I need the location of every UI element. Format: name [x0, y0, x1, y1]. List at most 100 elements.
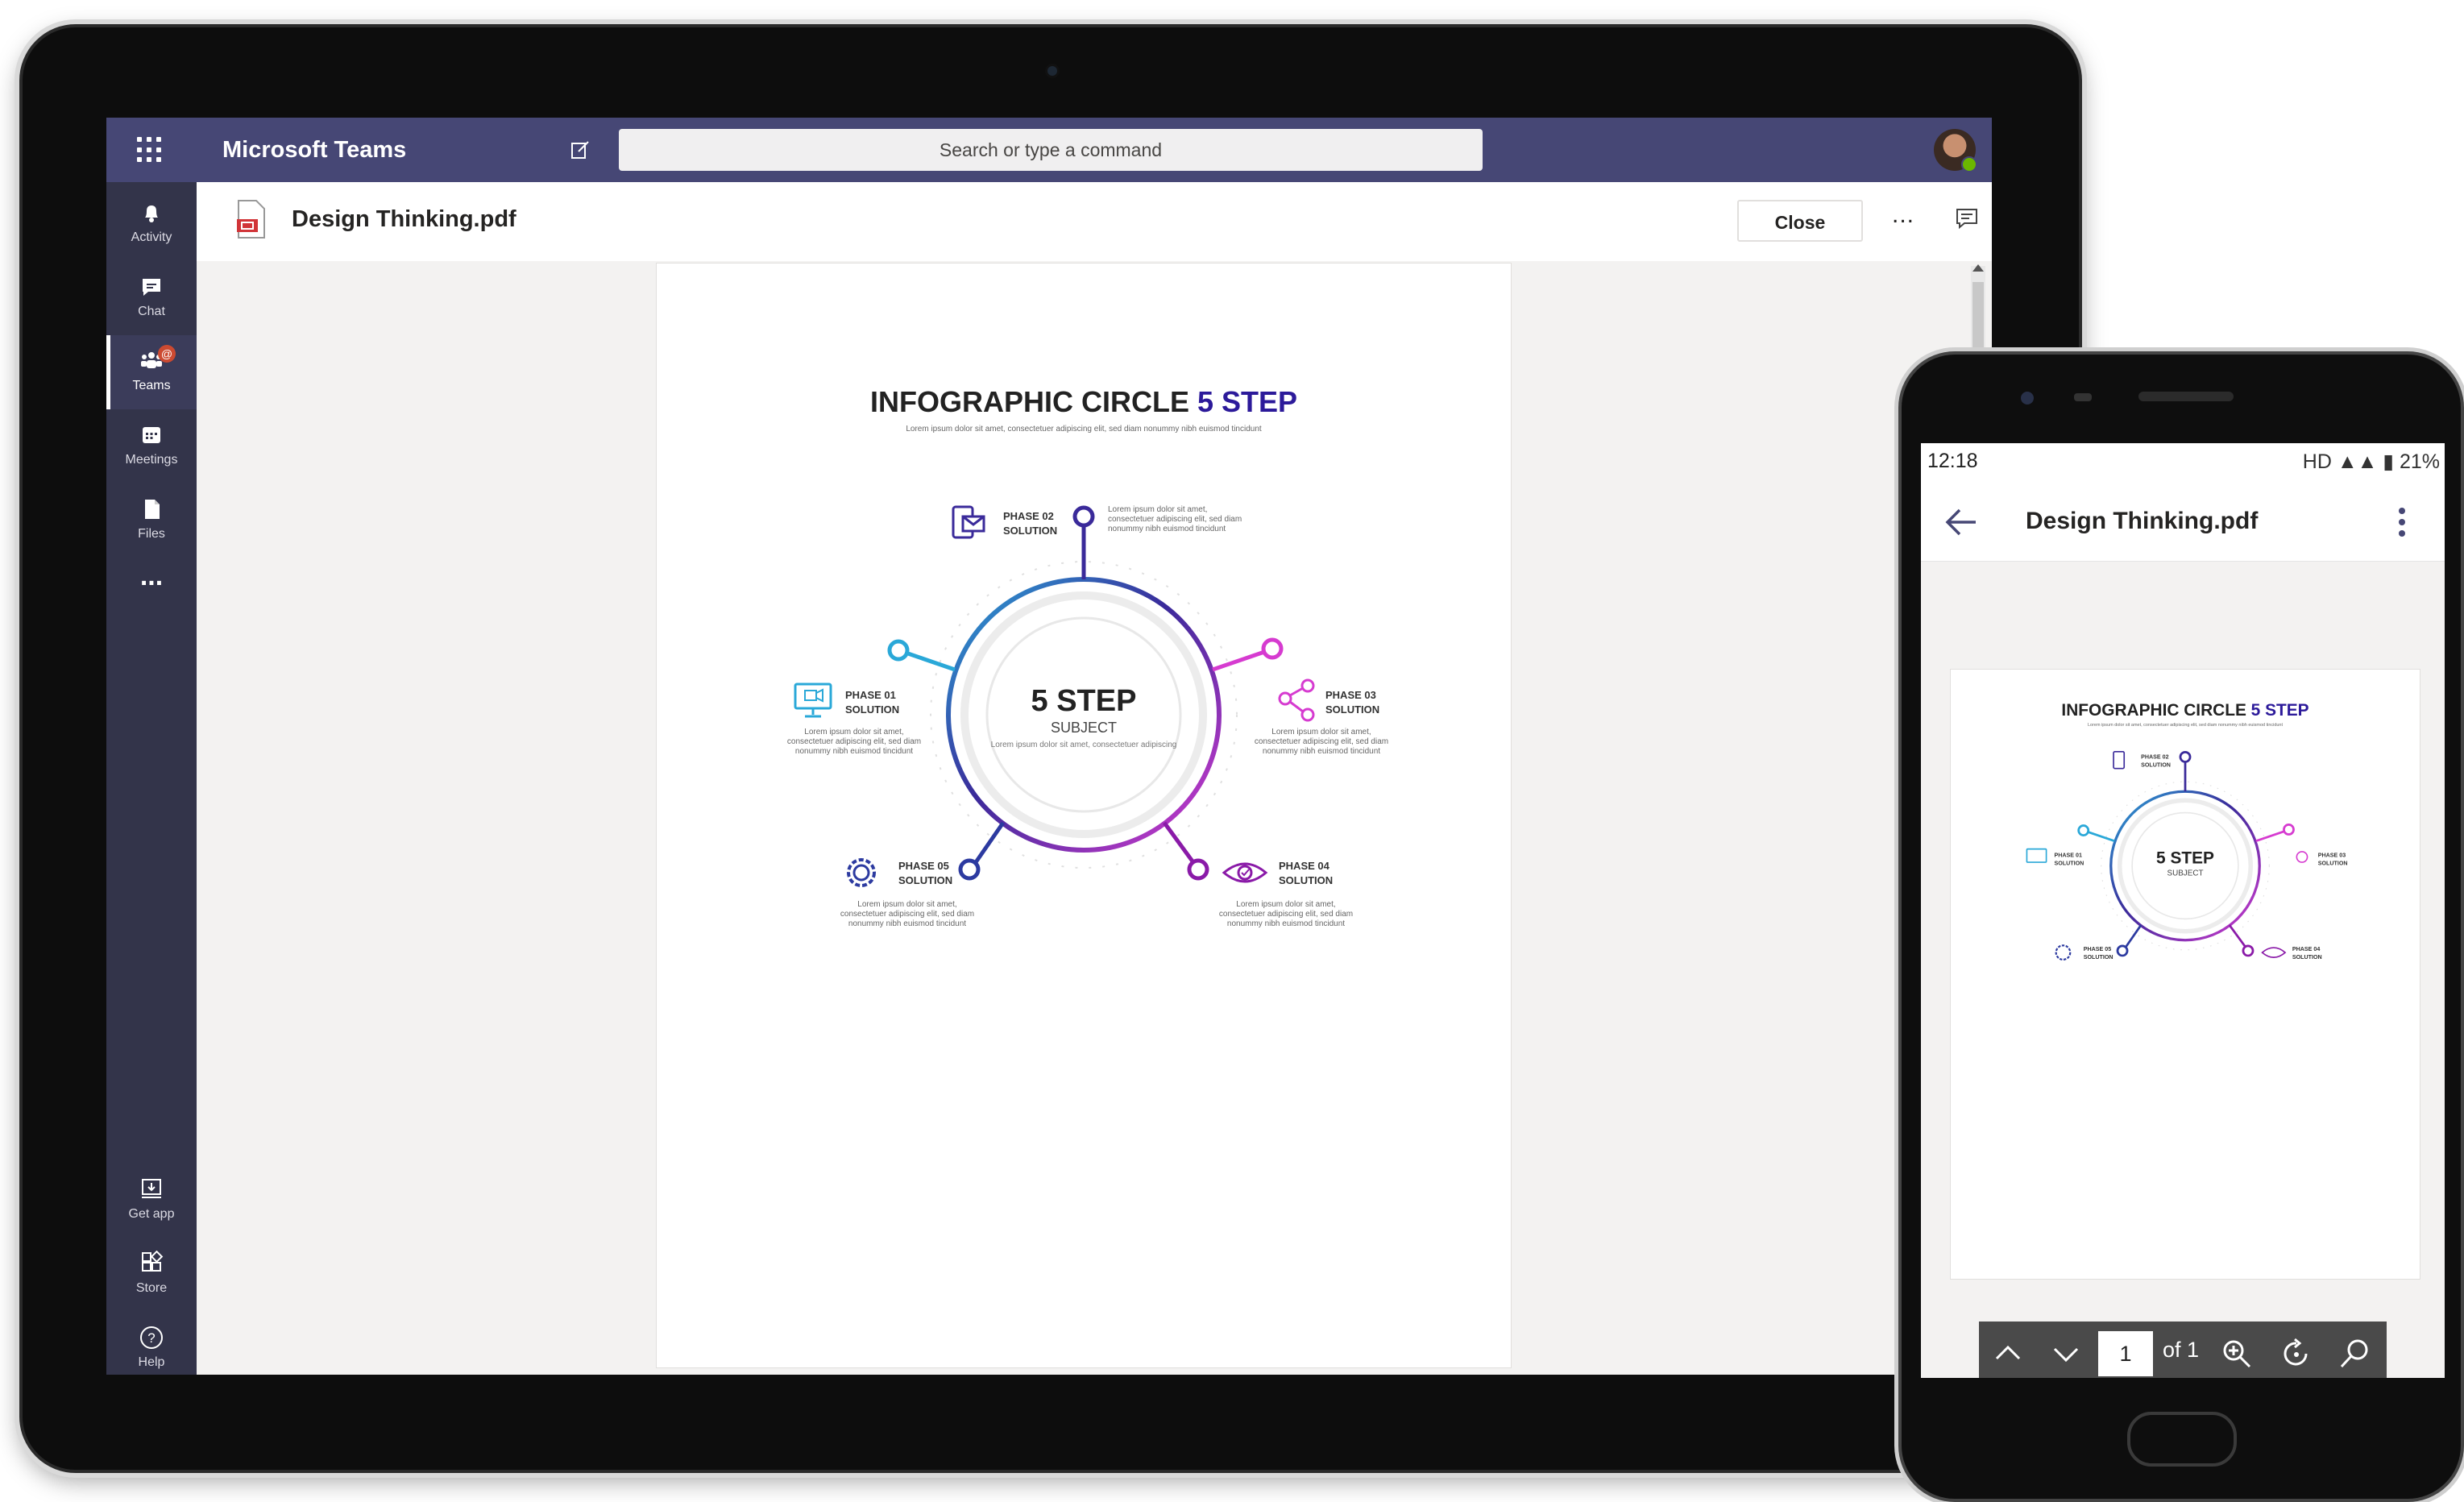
svg-text:SOLUTION: SOLUTION: [2292, 954, 2322, 961]
scroll-up-arrow-icon[interactable]: [1972, 264, 1984, 272]
phone-file-title: Design Thinking.pdf: [2026, 508, 2259, 534]
svg-text:SOLUTION: SOLUTION: [845, 703, 899, 716]
rail-item-meetings[interactable]: Meetings: [106, 409, 197, 483]
rail-item-more[interactable]: ...: [106, 558, 197, 632]
phase-04-block: PHASE 04 SOLUTION Lorem ipsum dolor sit …: [1219, 860, 1353, 928]
conversation-icon[interactable]: [1955, 206, 1979, 230]
rail-item-chat[interactable]: Chat: [106, 261, 197, 335]
more-options-icon[interactable]: [2398, 504, 2406, 540]
infographic-subtitle: Lorem ipsum dolor sit amet, consectetuer…: [906, 425, 1262, 434]
phase-01-connector: [887, 639, 956, 672]
status-time: 12:18: [1927, 450, 1978, 472]
svg-text:SOLUTION: SOLUTION: [1325, 703, 1379, 716]
gear-icon: [847, 858, 876, 887]
more-options-button[interactable]: ...: [1887, 203, 1919, 235]
file-title: Design Thinking.pdf: [292, 206, 516, 232]
phone-sensor: [2074, 393, 2092, 401]
file-icon: [145, 500, 160, 519]
page-number-input[interactable]: 1: [2098, 1331, 2153, 1376]
pdf-toolbar: 1 of 1: [1979, 1322, 2387, 1378]
mail-icon: [952, 505, 985, 539]
svg-text:SOLUTION: SOLUTION: [1003, 525, 1057, 537]
phase-05-block: PHASE 05 SOLUTION Lorem ipsum dolor sit …: [840, 858, 974, 928]
status-bar: 12:18 HD ▲▲ ▮ 21%: [1921, 443, 2445, 483]
app-launcher-icon[interactable]: [137, 137, 163, 163]
phase-03-block: PHASE 03 SOLUTION Lorem ipsum dolor sit …: [1255, 678, 1388, 756]
download-icon: [142, 1179, 161, 1198]
mini-title: INFOGRAPHIC CIRCLE 5 STEP: [2061, 701, 2308, 720]
rail-item-help[interactable]: ? Help: [106, 1312, 197, 1375]
svg-text:PHASE 05: PHASE 05: [898, 860, 949, 872]
rail-label: Get app: [128, 1207, 175, 1221]
rail-label: Teams: [132, 379, 171, 392]
rail-item-get-app[interactable]: Get app: [106, 1164, 197, 1238]
phone-app-bar: Design Thinking.pdf: [1921, 483, 2445, 562]
bell-icon: [145, 205, 158, 222]
app-title: Microsoft Teams: [222, 137, 407, 163]
mention-badge: @: [158, 345, 176, 363]
rail-label: Activity: [131, 230, 172, 244]
zoom-in-icon[interactable]: [2219, 1336, 2255, 1371]
chevron-up-icon[interactable]: [1990, 1336, 2026, 1371]
svg-text:PHASE 05: PHASE 05: [2084, 946, 2111, 952]
svg-text:SOLUTION: SOLUTION: [2318, 860, 2348, 866]
rail-label: Chat: [138, 305, 165, 318]
pdf-file-icon: [237, 200, 265, 239]
svg-text:PHASE 04: PHASE 04: [1279, 860, 1330, 872]
help-icon: ?: [140, 1326, 163, 1349]
svg-text:?: ?: [147, 1330, 155, 1346]
search-icon[interactable]: [2337, 1336, 2372, 1371]
center-body: Lorem ipsum dolor sit amet, consectetuer…: [991, 741, 1177, 749]
infographic-title: INFOGRAPHIC CIRCLE 5 STEP: [870, 385, 1297, 418]
rail-item-activity[interactable]: Activity: [106, 187, 197, 261]
close-button[interactable]: Close: [1737, 200, 1863, 242]
rail-item-teams[interactable]: @ Teams: [106, 335, 197, 409]
share-icon: [1278, 678, 1315, 722]
mini-center-title: 5 STEP: [2156, 849, 2214, 868]
pdf-viewer[interactable]: INFOGRAPHIC CIRCLE 5 STEP Lorem ipsum do…: [197, 261, 1992, 1375]
phase-04-connector: [1162, 821, 1209, 881]
search-input[interactable]: Search or type a command: [619, 129, 1483, 171]
svg-text:PHASE 01: PHASE 01: [2054, 853, 2081, 859]
eye-icon: [1222, 862, 1268, 883]
svg-text:PHASE 01: PHASE 01: [845, 689, 896, 701]
rotate-icon[interactable]: [2279, 1336, 2314, 1371]
center-title: 5 STEP: [1031, 684, 1137, 718]
back-arrow-icon[interactable]: [1943, 506, 1979, 538]
svg-text:SOLUTION: SOLUTION: [2141, 761, 2171, 768]
phone-screen: 12:18 HD ▲▲ ▮ 21% Design Thinking.pdf IN…: [1921, 443, 2445, 1378]
rail-item-store[interactable]: Store: [106, 1238, 197, 1312]
new-chat-icon[interactable]: [569, 139, 591, 161]
chevron-down-icon[interactable]: [2048, 1336, 2084, 1371]
phone-pdf-page: INFOGRAPHIC CIRCLE 5 STEP Lorem ipsum do…: [1950, 669, 2420, 1280]
file-header: Design Thinking.pdf Close ...: [197, 182, 1992, 262]
svg-text:SOLUTION: SOLUTION: [898, 874, 952, 886]
svg-text:PHASE 04: PHASE 04: [2292, 946, 2320, 952]
phase-02-block: PHASE 02 SOLUTION Lorem ipsum dolor sit …: [952, 505, 1242, 539]
phone-speaker: [2138, 392, 2234, 401]
rail-item-files[interactable]: Files: [106, 483, 197, 558]
chat-icon: [143, 279, 160, 296]
scrollbar-thumb[interactable]: [1972, 282, 1984, 363]
monitor-icon: [794, 683, 832, 718]
rail-label: Store: [135, 1281, 168, 1295]
phase-05-connector: [958, 821, 1006, 881]
infographic: INFOGRAPHIC CIRCLE 5 STEP Lorem ipsum do…: [787, 385, 1388, 928]
svg-text:PHASE 02: PHASE 02: [1003, 510, 1054, 522]
store-icon: [142, 1251, 164, 1272]
svg-text:SOLUTION: SOLUTION: [1279, 874, 1333, 886]
phase-02-connector: [1072, 505, 1095, 579]
pdf-page: INFOGRAPHIC CIRCLE 5 STEP Lorem ipsum do…: [656, 263, 1512, 1368]
presence-available-icon: [1961, 156, 1977, 172]
phase-03-connector: [1212, 637, 1284, 672]
status-icons: HD ▲▲ ▮ 21%: [2302, 450, 2440, 473]
phase-01-block: PHASE 01 SOLUTION Lorem ipsum dolor sit …: [787, 683, 921, 756]
rail-label: Meetings: [125, 453, 178, 467]
svg-text:SOLUTION: SOLUTION: [2054, 860, 2084, 866]
center-subtitle: SUBJECT: [1051, 720, 1117, 736]
active-indicator: [106, 335, 110, 409]
svg-text:PHASE 02: PHASE 02: [2141, 754, 2168, 761]
home-button[interactable]: [2127, 1412, 2237, 1467]
tablet-camera: [1047, 66, 1057, 76]
phone-camera: [2021, 392, 2034, 405]
